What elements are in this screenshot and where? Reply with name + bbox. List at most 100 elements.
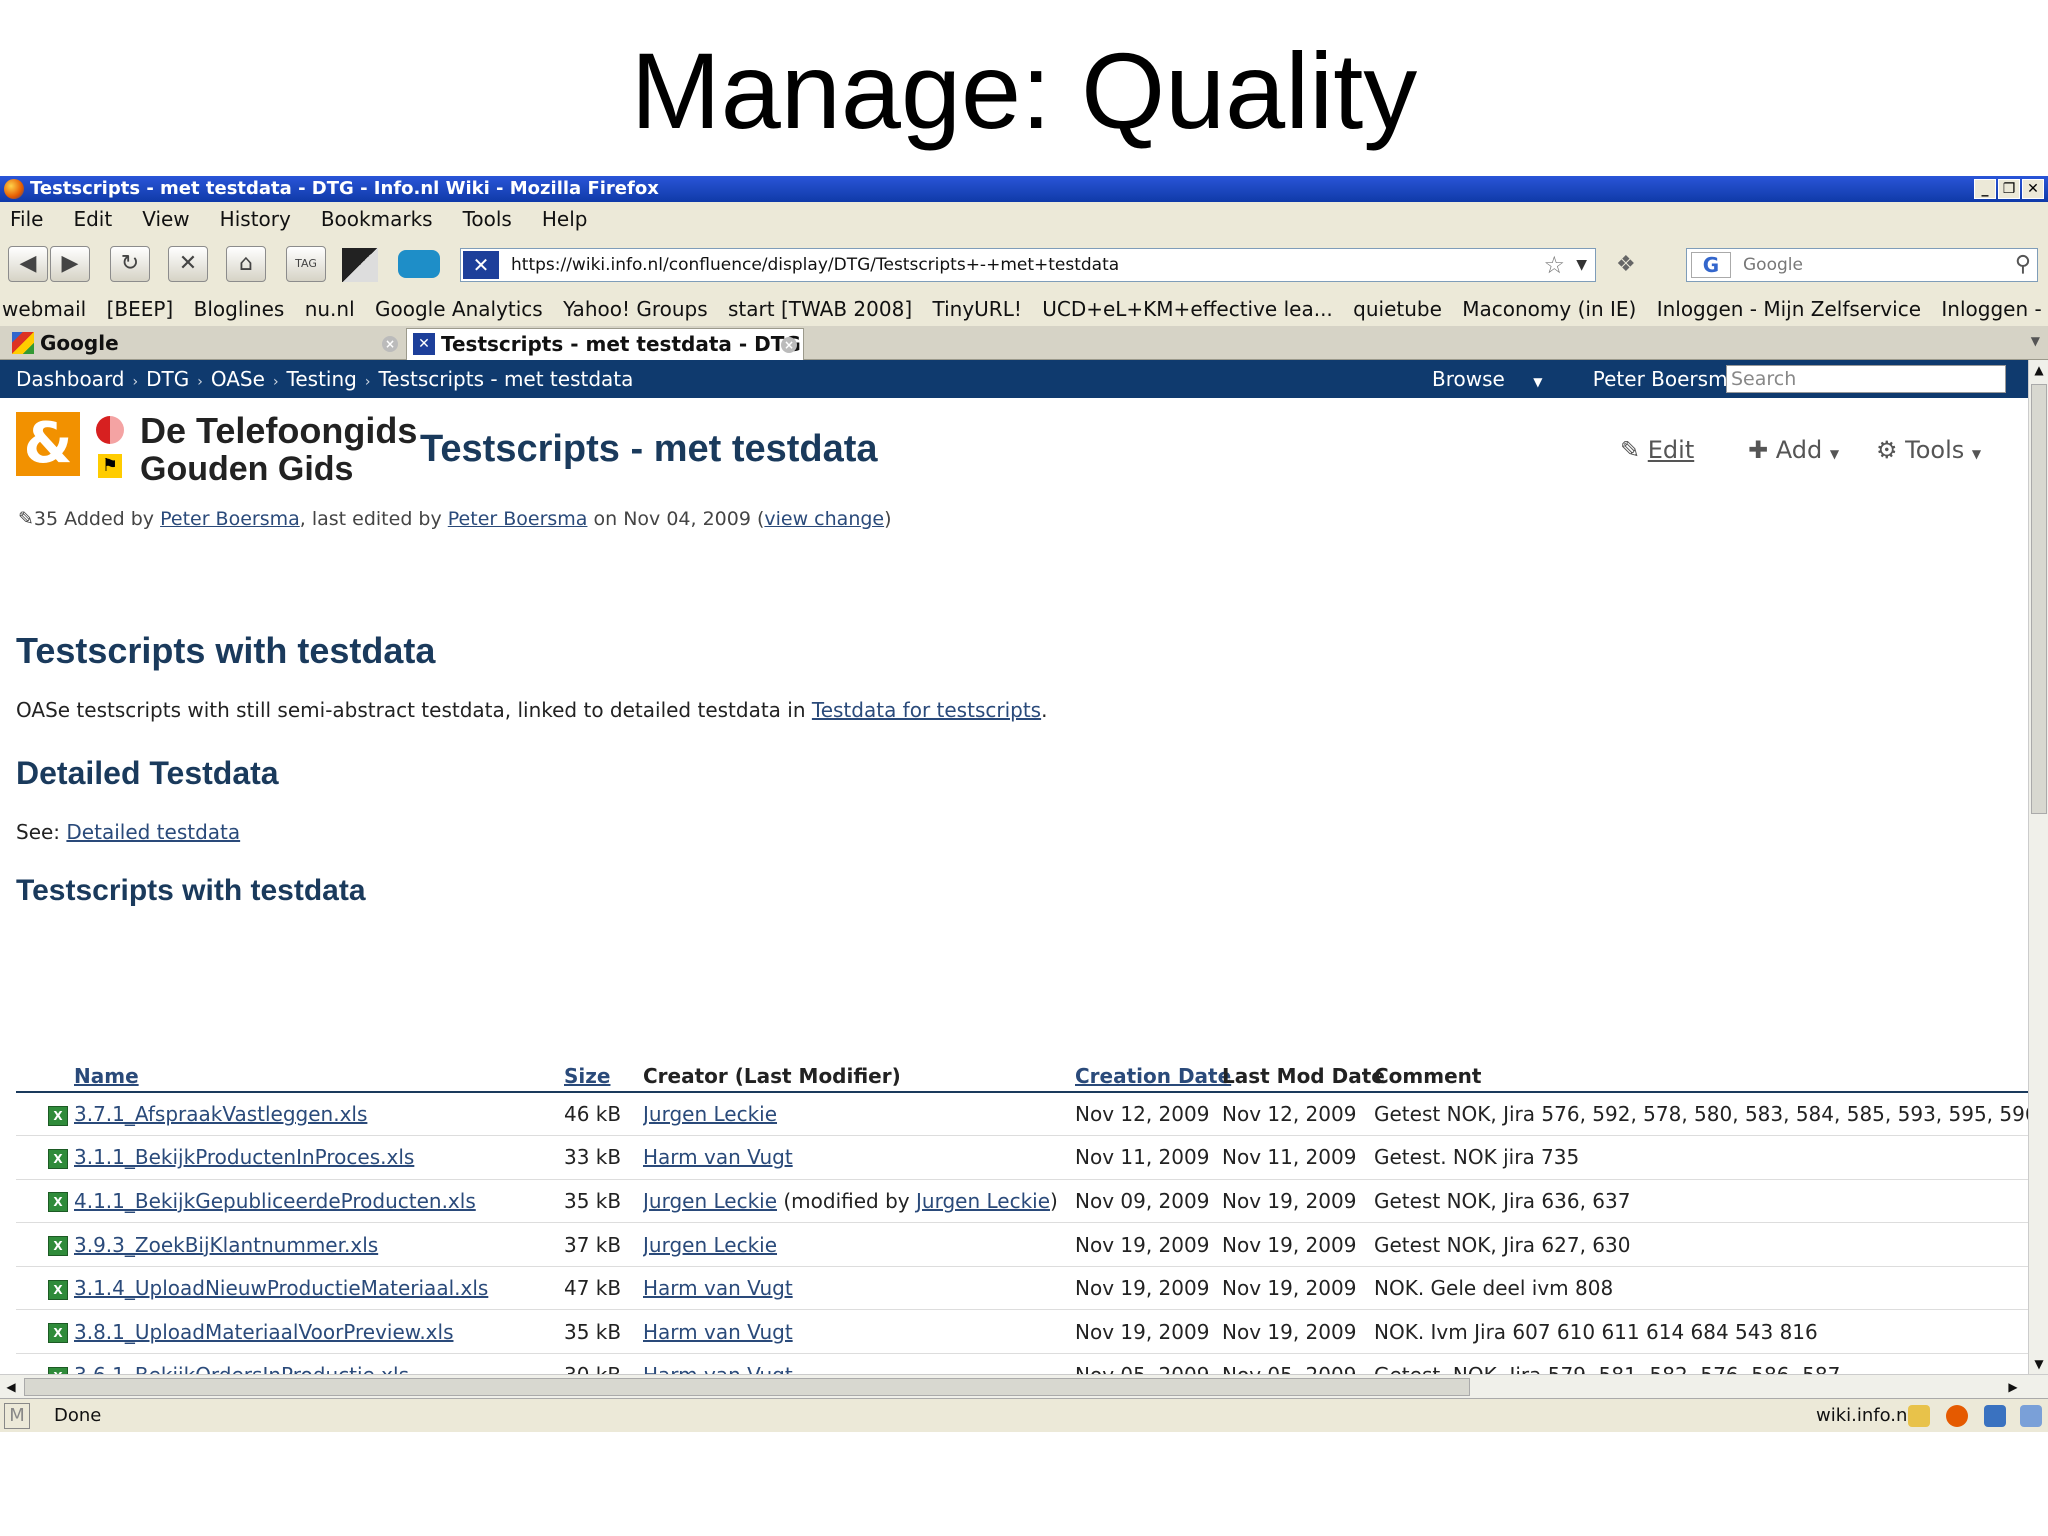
- breadcrumb-dtg[interactable]: DTG: [146, 367, 189, 391]
- scroll-right-icon[interactable]: ▶: [2004, 1377, 2022, 1397]
- creator-link[interactable]: Harm van Vugt: [643, 1276, 793, 1300]
- bookmark-item[interactable]: [BEEP]: [107, 297, 174, 321]
- vertical-scroll-thumb[interactable]: [2031, 384, 2047, 814]
- excel-file-icon[interactable]: X: [48, 1323, 68, 1344]
- paperclip-icon[interactable]: ✎: [18, 508, 34, 530]
- minimize-button[interactable]: _: [1974, 179, 1996, 199]
- horizontal-scroll-thumb[interactable]: [24, 1378, 1470, 1396]
- bookmark-item[interactable]: UCD+eL+KM+effective lea...: [1042, 297, 1333, 321]
- tag-button[interactable]: TAG: [286, 246, 326, 282]
- window-titlebar[interactable]: Testscripts - met testdata - DTG - Info.…: [0, 176, 2048, 202]
- breadcrumb-dashboard[interactable]: Dashboard: [16, 367, 125, 391]
- detailed-testdata-link[interactable]: Detailed testdata: [66, 820, 240, 844]
- file-link[interactable]: 3.7.1_AfspraakVastleggen.xls: [74, 1102, 367, 1126]
- browse-menu[interactable]: Browse ▼: [1432, 367, 1564, 391]
- scroll-down-icon[interactable]: ▼: [2031, 1354, 2047, 1374]
- close-tab-icon[interactable]: ×: [781, 337, 797, 353]
- bookmark-item[interactable]: Maconomy (in IE): [1462, 297, 1636, 321]
- excel-file-icon[interactable]: X: [48, 1105, 68, 1126]
- breadcrumb-oase[interactable]: OASe: [211, 367, 265, 391]
- attachment-count[interactable]: 35: [34, 508, 58, 530]
- scroll-left-icon[interactable]: ◀: [2, 1377, 20, 1397]
- bookmark-item[interactable]: Bloglines: [194, 297, 285, 321]
- search-icon[interactable]: ⚲: [2015, 249, 2031, 281]
- scroll-up-icon[interactable]: ▲: [2031, 360, 2047, 380]
- creator-link[interactable]: Harm van Vugt: [643, 1320, 793, 1344]
- file-link[interactable]: 3.6.1_BekijkOrdersInProductie.xls: [74, 1363, 409, 1374]
- maximize-button[interactable]: ❐: [1998, 179, 2020, 199]
- tab-testscripts[interactable]: ✕ Testscripts - met testdata - DTG ... ×: [406, 328, 804, 360]
- editor-link[interactable]: Peter Boersma: [448, 508, 588, 530]
- menu-file[interactable]: File: [10, 202, 43, 236]
- excel-file-icon[interactable]: X: [48, 1366, 68, 1374]
- extension-status-icon[interactable]: [1984, 1405, 2006, 1427]
- creator-link[interactable]: Jurgen Leckie: [643, 1102, 777, 1126]
- stop-button[interactable]: ✕: [168, 246, 208, 282]
- address-bar[interactable]: ✕ https://wiki.info.nl/confluence/displa…: [460, 248, 1596, 282]
- excel-file-icon[interactable]: X: [48, 1279, 68, 1300]
- network-status-icon[interactable]: [2020, 1405, 2042, 1427]
- bookmark-item[interactable]: webmail: [2, 297, 86, 321]
- tab-list-icon[interactable]: ▼: [2031, 334, 2040, 348]
- bookmark-item[interactable]: Yahoo! Groups: [563, 297, 708, 321]
- column-header-name[interactable]: Name: [74, 1060, 564, 1093]
- size-cell: 37 kB: [564, 1222, 643, 1267]
- bookmark-item[interactable]: Inloggen - Mijn Zelfservice: [1657, 297, 1921, 321]
- wiki-search-input[interactable]: Search: [1726, 365, 2006, 393]
- tools-button[interactable]: ⚙ Tools ▼: [1876, 436, 1981, 464]
- back-button[interactable]: ◀: [8, 246, 48, 282]
- file-link[interactable]: 3.1.1_BekijkProductenInProces.xls: [74, 1145, 414, 1169]
- creator-link[interactable]: Jurgen Leckie: [643, 1233, 777, 1257]
- bookmark-item[interactable]: quietube: [1353, 297, 1442, 321]
- mail-icon[interactable]: M: [4, 1403, 30, 1429]
- bookmark-item[interactable]: nu.nl: [305, 297, 355, 321]
- chat-icon[interactable]: [398, 250, 440, 278]
- reload-button[interactable]: ↻: [110, 246, 150, 282]
- edit-button[interactable]: ✎ Edit: [1620, 436, 1694, 464]
- lock-icon[interactable]: [1908, 1405, 1930, 1427]
- extension-icon[interactable]: ❖: [1616, 252, 1636, 277]
- menu-help[interactable]: Help: [542, 202, 588, 236]
- close-tab-icon[interactable]: ×: [382, 336, 398, 352]
- creator-link[interactable]: Harm van Vugt: [643, 1363, 793, 1374]
- file-link[interactable]: 3.1.4_UploadNieuwProductieMateriaal.xls: [74, 1276, 488, 1300]
- menu-history[interactable]: History: [220, 202, 291, 236]
- excel-file-icon[interactable]: X: [48, 1192, 68, 1213]
- breadcrumb-testing[interactable]: Testing: [287, 367, 357, 391]
- creator-link[interactable]: Harm van Vugt: [643, 1145, 793, 1169]
- horizontal-scrollbar[interactable]: ◀ ▶: [0, 1374, 2048, 1398]
- tab-google[interactable]: Google ×: [6, 328, 404, 360]
- vertical-scrollbar[interactable]: ▲ ▼: [2028, 360, 2048, 1374]
- bookmark-item[interactable]: TinyURL!: [932, 297, 1021, 321]
- file-link[interactable]: 3.9.3_ZoekBijKlantnummer.xls: [74, 1233, 378, 1257]
- google-engine-icon[interactable]: G: [1691, 252, 1731, 278]
- column-header-size[interactable]: Size: [564, 1060, 643, 1093]
- screenshot-icon[interactable]: [342, 248, 378, 282]
- creator-link[interactable]: Jurgen Leckie: [643, 1189, 777, 1213]
- breadcrumb-current[interactable]: Testscripts - met testdata: [378, 367, 633, 391]
- menu-edit[interactable]: Edit: [73, 202, 112, 236]
- file-link[interactable]: 4.1.1_BekijkGepubliceerdeProducten.xls: [74, 1189, 476, 1213]
- excel-file-icon[interactable]: X: [48, 1236, 68, 1257]
- firefox-addon-icon[interactable]: [1946, 1405, 1968, 1427]
- view-change-link[interactable]: view change: [764, 508, 884, 530]
- testdata-link[interactable]: Testdata for testscripts: [812, 698, 1041, 722]
- menu-bookmarks[interactable]: Bookmarks: [321, 202, 433, 236]
- bookmark-item[interactable]: start [TWAB 2008]: [728, 297, 912, 321]
- column-header-created[interactable]: Creation Date: [1075, 1060, 1231, 1093]
- menu-tools[interactable]: Tools: [463, 202, 512, 236]
- excel-file-icon[interactable]: X: [48, 1148, 68, 1169]
- file-link[interactable]: 3.8.1_UploadMateriaalVoorPreview.xls: [74, 1320, 453, 1344]
- add-button[interactable]: ✚ Add ▼: [1748, 436, 1839, 464]
- bookmark-star-icon[interactable]: ☆: [1543, 249, 1565, 281]
- bookmark-item[interactable]: Google Analytics: [375, 297, 543, 321]
- menu-view[interactable]: View: [142, 202, 189, 236]
- search-box[interactable]: G Google ⚲: [1686, 248, 2038, 282]
- url-dropdown-icon[interactable]: ▼: [1576, 249, 1587, 281]
- bookmark-item[interactable]: Inloggen - OASe: [1941, 297, 2048, 321]
- forward-button[interactable]: ▶: [50, 246, 90, 282]
- author-link[interactable]: Peter Boersma: [160, 508, 300, 530]
- modifier-link[interactable]: Jurgen Leckie: [916, 1189, 1050, 1213]
- close-button[interactable]: ✕: [2022, 179, 2044, 199]
- home-button[interactable]: ⌂: [226, 246, 266, 282]
